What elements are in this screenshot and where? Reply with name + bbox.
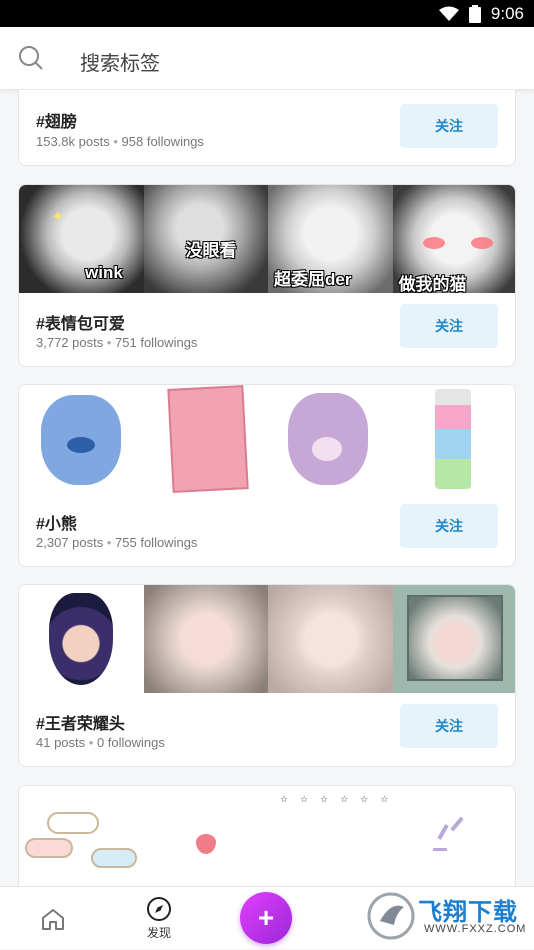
tag-stats: 2,307 posts • 755 followings <box>36 535 197 550</box>
search-bar[interactable]: 搜索标签 <box>0 27 534 90</box>
followings-count: 751 followings <box>115 335 198 350</box>
cat-wink-image[interactable]: ✦ wink <box>19 185 144 293</box>
poster-shape <box>166 385 249 493</box>
cloud-shape <box>25 838 73 858</box>
separator: • <box>106 335 112 350</box>
tag-stats: 41 posts • 0 followings <box>36 735 165 750</box>
posts-count: 2,307 posts <box>36 535 104 550</box>
cloud-shape <box>47 812 99 834</box>
cloud-shape <box>91 848 137 868</box>
tag-card[interactable]: #翅膀 153.8k posts • 958 followings 关注 <box>18 90 516 166</box>
status-bar: 9:06 <box>0 0 534 27</box>
separator: • <box>88 735 94 750</box>
tag-stats: 153.8k posts • 958 followings <box>36 134 204 149</box>
anime-girl-image[interactable] <box>143 585 268 693</box>
follow-button[interactable]: 关注 <box>400 504 498 548</box>
watermark: 飞翔下载 WWW.FXXZ.COM <box>366 888 526 944</box>
anime-girl-image[interactable] <box>268 585 393 693</box>
caption: 超委屈der <box>274 270 352 289</box>
tag-card[interactable]: #小熊 2,307 posts • 755 followings 关注 <box>18 384 516 567</box>
home-icon <box>42 908 64 930</box>
bear-belly <box>312 437 342 461</box>
followings-count: 0 followings <box>96 735 165 750</box>
strawberry-image[interactable] <box>143 786 268 886</box>
watermark-brand: 飞翔下载 <box>418 899 518 926</box>
battery-icon <box>468 5 481 23</box>
tag-card[interactable]: #王者荣耀头 41 posts • 0 followings 关注 <box>18 584 516 767</box>
cat-blush-image[interactable]: 做我的猫 <box>392 185 515 293</box>
sparkle-image[interactable] <box>392 786 515 886</box>
nav-label: 发现 <box>146 926 171 940</box>
image-strip[interactable]: ☆☆☆☆☆☆☆☆☆☆☆☆☆☆☆☆☆☆ <box>19 786 515 886</box>
cat-sad-image[interactable]: 超委屈der <box>268 185 393 293</box>
follow-button[interactable]: 关注 <box>400 104 498 148</box>
posts-count: 41 posts <box>36 735 86 750</box>
cat-facepalm-image[interactable]: 没眼看 <box>143 185 268 293</box>
posts-count: 3,772 posts <box>36 335 104 350</box>
clock: 9:06 <box>490 4 524 23</box>
avatar-shape <box>49 593 113 685</box>
add-post-button[interactable]: + <box>240 892 292 944</box>
stars-image[interactable]: ☆☆☆☆☆☆☆☆☆☆☆☆☆☆☆☆☆☆ <box>268 786 393 886</box>
watermark-logo-icon <box>367 892 415 940</box>
clouds-image[interactable] <box>19 786 144 886</box>
separator: • <box>106 535 112 550</box>
nav-home[interactable] <box>30 887 76 950</box>
wifi-icon <box>438 6 459 21</box>
stroke-shape <box>449 816 464 832</box>
search-input[interactable]: 搜索标签 <box>80 47 160 76</box>
caption: wink <box>85 263 123 282</box>
tag-title[interactable]: #小熊 <box>36 510 77 534</box>
lighter-image[interactable] <box>392 385 515 493</box>
watermark-url: WWW.FXXZ.COM <box>424 923 527 935</box>
tag-card[interactable]: ✦ wink 没眼看 超委屈der 做我的猫 #表情包可爱 3,772 post… <box>18 184 516 367</box>
purple-bear-image[interactable] <box>268 385 393 493</box>
blush-mark <box>470 237 493 249</box>
lighter-shape <box>434 389 471 489</box>
bear-cloud-mark <box>67 437 95 453</box>
image-strip[interactable] <box>19 385 515 493</box>
image-strip[interactable]: ✦ wink 没眼看 超委屈der 做我的猫 <box>19 185 515 293</box>
tag-title[interactable]: #翅膀 <box>36 108 77 132</box>
blue-bear-image[interactable] <box>19 385 144 493</box>
search-icon[interactable] <box>18 45 44 71</box>
tag-stats: 3,772 posts • 751 followings <box>36 335 197 350</box>
tag-title[interactable]: #王者荣耀头 <box>36 710 125 734</box>
follow-button[interactable]: 关注 <box>400 304 498 348</box>
tag-title[interactable]: #表情包可爱 <box>36 310 125 334</box>
followings-count: 958 followings <box>121 134 204 149</box>
tag-feed[interactable]: #翅膀 153.8k posts • 958 followings 关注 ✦ w… <box>0 90 534 886</box>
posts-count: 153.8k posts <box>36 134 110 149</box>
frame-shape <box>406 595 503 681</box>
rollin-poster-image[interactable] <box>143 385 268 493</box>
compass-icon <box>147 897 171 921</box>
tag-card[interactable]: ☆☆☆☆☆☆☆☆☆☆☆☆☆☆☆☆☆☆ <box>18 785 516 886</box>
star-pattern: ☆☆☆☆☆☆☆☆☆☆☆☆☆☆☆☆☆☆ <box>280 794 393 804</box>
nav-discover[interactable]: 发现 <box>136 887 182 950</box>
stroke-shape <box>436 824 449 840</box>
sparkle-icon: ✦ <box>51 209 65 226</box>
caption: 做我的猫 <box>398 275 467 293</box>
image-strip[interactable] <box>19 585 515 693</box>
caption: 没眼看 <box>185 241 237 260</box>
separator: • <box>113 134 118 149</box>
follow-button[interactable]: 关注 <box>400 704 498 748</box>
blush-mark <box>422 237 445 249</box>
strawberry-shape <box>195 834 216 854</box>
hero-avatar-image[interactable] <box>19 585 144 693</box>
followings-count: 755 followings <box>115 535 198 550</box>
stroke-shape <box>432 848 447 851</box>
anime-girl-image[interactable] <box>392 585 515 693</box>
